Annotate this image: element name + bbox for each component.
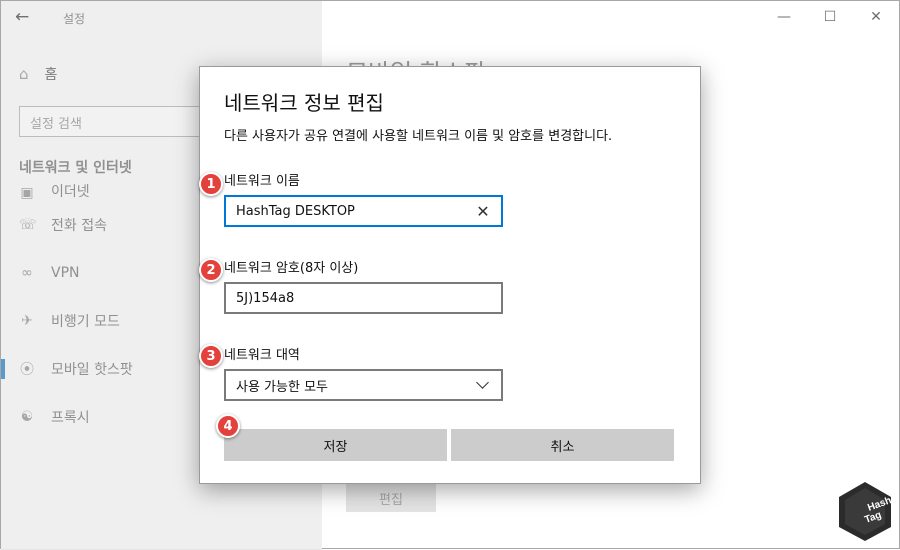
network-name-value: HashTag DESKTOP — [236, 203, 355, 219]
network-password-value: 5J)154a8 — [236, 290, 295, 306]
step-badge-4: 4 — [216, 414, 240, 438]
step-badge-3: 3 — [199, 344, 223, 368]
save-button[interactable]: 저장 — [224, 429, 447, 461]
network-name-input[interactable]: HashTag DESKTOP ✕ — [224, 195, 503, 227]
network-password-label: 네트워크 암호(8자 이상) — [224, 261, 359, 276]
hashtag-logo-icon: Hash Tag — [839, 482, 893, 541]
network-band-select[interactable]: 사용 가능한 모두 — [224, 369, 503, 401]
cancel-button[interactable]: 취소 — [451, 429, 674, 461]
step-badge-1: 1 — [199, 172, 223, 196]
network-band-label: 네트워크 대역 — [224, 348, 300, 363]
step-badge-2: 2 — [199, 258, 223, 282]
chevron-down-icon — [476, 375, 489, 389]
dialog-description: 다른 사용자가 공유 연결에 사용할 네트워크 이름 및 암호를 변경합니다. — [224, 129, 613, 144]
network-name-label: 네트워크 이름 — [224, 174, 300, 189]
edit-network-dialog: 네트워크 정보 편집 다른 사용자가 공유 연결에 사용할 네트워크 이름 및 … — [199, 66, 701, 484]
network-band-value: 사용 가능한 모두 — [236, 379, 328, 395]
clear-icon[interactable]: ✕ — [475, 202, 491, 221]
dialog-title: 네트워크 정보 편집 — [224, 91, 384, 115]
network-password-input[interactable]: 5J)154a8 — [224, 282, 503, 314]
